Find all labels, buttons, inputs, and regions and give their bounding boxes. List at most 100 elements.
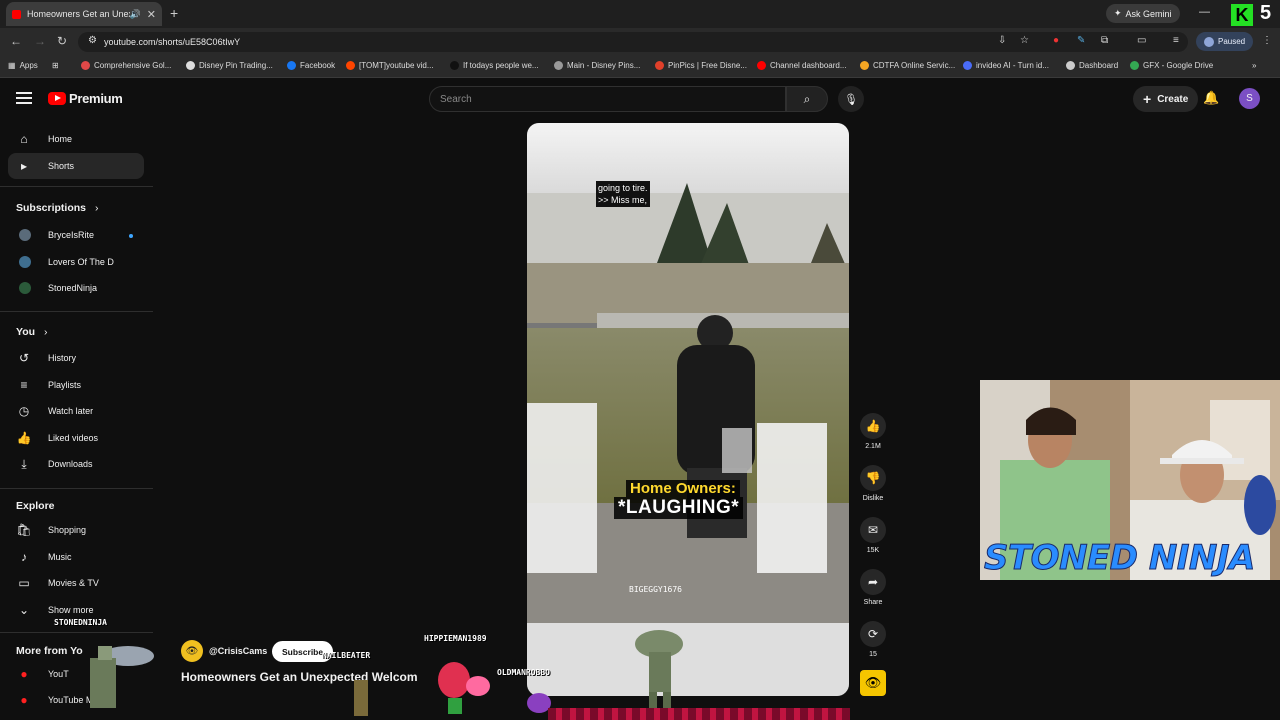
media-controls-icon[interactable]: ≡ — [1173, 35, 1179, 46]
bookmark-item[interactable]: Main - Disney Pins... — [554, 61, 640, 70]
bookmark-item[interactable]: GFX - Google Drive — [1130, 61, 1213, 70]
sidebar-item-shopping[interactable]: 🛍 Shopping — [8, 517, 144, 543]
ask-gemini-button[interactable]: ✦ Ask Gemini — [1106, 4, 1180, 23]
subscription-item[interactable]: BryceIsRite — [8, 222, 144, 248]
browser-menu-icon[interactable]: ⋮ — [1262, 35, 1272, 46]
menu-icon[interactable] — [16, 92, 32, 104]
dislike-button[interactable]: 👎 Dislike — [860, 465, 886, 502]
close-tab-icon[interactable]: ✕ — [147, 8, 156, 21]
short-video-player[interactable] — [527, 123, 849, 696]
sidebar-item-label: YouT — [48, 669, 69, 679]
site-info-icon[interactable]: ⚙ — [88, 35, 97, 46]
install-icon[interactable]: ⇩ — [998, 35, 1006, 46]
remix-icon[interactable]: ⟳ — [860, 621, 886, 647]
notifications-bell-icon[interactable]: 🔔 — [1203, 90, 1219, 106]
bookmark-label: CDTFA Online Servic... — [873, 61, 956, 70]
chat-name-2: HIPPIEMAN1989 — [424, 634, 487, 643]
bookmark-item[interactable]: [TOMT]youtube vid... — [346, 61, 434, 70]
create-label: Create — [1157, 93, 1189, 105]
search-button[interactable]: ⌕ — [786, 86, 828, 112]
bookmark-item[interactable]: Channel dashboard... — [757, 61, 847, 70]
bookmark-item[interactable]: Dashboard — [1066, 61, 1118, 70]
comment-icon[interactable]: ✉ — [860, 517, 886, 543]
chevron-right-icon: › — [43, 326, 48, 338]
new-tab-button[interactable]: + — [170, 5, 178, 21]
sidebar-item-home[interactable]: ⌂ Home — [8, 126, 144, 152]
extension-red-icon[interactable]: ● — [1053, 35, 1059, 46]
channel-avatar[interactable]: 👁 — [181, 640, 203, 662]
bookmark-item[interactable]: invideo AI - Turn id... — [963, 61, 1049, 70]
voice-search-button[interactable]: 🎙 — [838, 86, 864, 112]
video-caption: going to tire. >> Miss me, — [596, 181, 650, 207]
back-arrow-icon[interactable]: ← — [10, 34, 22, 48]
explore-header[interactable]: Explore — [16, 500, 55, 512]
caption-line-2: >> Miss me, — [598, 195, 648, 205]
share-icon[interactable]: ➦ — [860, 569, 886, 595]
browser-tab[interactable]: Homeowners Get an Unexp 🔊 ✕ — [6, 2, 162, 26]
bookmark-favicon-icon — [655, 61, 664, 70]
sidebar-item-movies-tv[interactable]: ▭ Movies & TV — [8, 570, 144, 596]
sidebar-item-label: Liked videos — [48, 432, 99, 443]
more-bookmarks-icon[interactable]: » — [1252, 61, 1256, 70]
subscription-item[interactable]: Lovers Of The D — [8, 249, 144, 275]
thumbs-up-icon[interactable]: 👍 — [860, 413, 886, 439]
bookmark-star-icon[interactable]: ☆ — [1020, 35, 1029, 46]
youtube-logo[interactable]: Premium — [48, 91, 123, 106]
channel-name[interactable]: @CrisisCams — [209, 646, 267, 656]
bookmark-item[interactable]: CDTFA Online Servic... — [860, 61, 955, 70]
subscriptions-header[interactable]: Subscriptions › — [16, 202, 98, 214]
bookmark-item[interactable]: Comprehensive Gol... — [81, 61, 171, 70]
sidebar-item-playlists[interactable]: ≡ Playlists — [8, 372, 144, 398]
sidebar-item-shorts[interactable]: ▸ Shorts — [8, 152, 144, 179]
eye-icon[interactable]: 👁 — [860, 670, 886, 696]
ask-gemini-label: Ask Gemini — [1125, 8, 1172, 19]
bookmark-apps[interactable]: ▦ Apps — [8, 61, 38, 70]
caption-line-1: going to tire. — [598, 183, 648, 193]
profile-paused-button[interactable]: Paused — [1196, 32, 1254, 51]
share-button[interactable]: ➦ Share — [860, 569, 886, 606]
sidebar-item-downloads[interactable]: ⤓ Downloads — [8, 451, 144, 477]
subscription-item[interactable]: StonedNinja — [8, 275, 144, 301]
extensions-puzzle-icon[interactable]: ⧉ — [1101, 35, 1108, 46]
tab-groups-icon[interactable]: ⊞ — [52, 61, 59, 70]
you-header[interactable]: You › — [16, 326, 47, 338]
bookmark-item[interactable]: Disney Pin Trading... — [186, 61, 273, 70]
create-button[interactable]: + Create — [1133, 86, 1199, 112]
bookmark-item[interactable]: If todays people we... — [450, 61, 539, 70]
chevron-down-icon: ⌄ — [18, 602, 30, 617]
sidebar-item-watch-later[interactable]: ◷ Watch later — [8, 398, 144, 424]
minimize-icon[interactable]: — — [1199, 6, 1210, 18]
reload-icon[interactable]: ↻ — [57, 34, 67, 48]
forward-arrow-icon[interactable]: → — [34, 34, 46, 48]
video-title[interactable]: Homeowners Get an Unexpected Welcom — [181, 670, 418, 684]
bookmark-favicon-icon — [963, 61, 972, 70]
comments-button[interactable]: ✉ 15K — [860, 517, 886, 554]
account-avatar[interactable]: S — [1239, 88, 1260, 109]
search-placeholder: Search — [440, 93, 472, 105]
like-button[interactable]: 👍 2.1M — [860, 413, 886, 450]
bookmark-item[interactable]: Facebook — [287, 61, 335, 70]
bookmark-favicon-icon — [287, 61, 296, 70]
profile-avatar — [1204, 36, 1214, 47]
bottom-stream-bar — [548, 708, 850, 720]
chevron-right-icon: › — [94, 202, 99, 214]
bookmark-label: Dashboard — [1079, 61, 1119, 70]
sidebar-item-label: Watch later — [48, 406, 94, 417]
extension-blue-icon[interactable]: ✎ — [1077, 35, 1085, 46]
overlay-number: 5 — [1260, 2, 1272, 24]
more-from-youtube-header[interactable]: More from Yo — [16, 645, 83, 657]
bookmark-label: Disney Pin Trading... — [199, 61, 273, 70]
sidebar-item-music[interactable]: ♪ Music — [8, 544, 144, 570]
sidepanel-icon[interactable]: ▭ — [1137, 35, 1146, 46]
sidebar-item-liked-videos[interactable]: 👍 Liked videos — [8, 425, 144, 451]
speaker-icon[interactable]: 🔊 — [130, 9, 141, 20]
search-input[interactable]: Search — [429, 86, 786, 112]
bookmark-label: Main - Disney Pins... — [567, 61, 641, 70]
remix-button[interactable]: ⟳ 15 — [860, 621, 886, 658]
bookmark-label: Channel dashboard... — [770, 61, 847, 70]
sidebar-item-history[interactable]: ↺ History — [8, 345, 144, 371]
bookmark-item[interactable]: PinPics | Free Disne... — [655, 61, 747, 70]
thumbs-down-icon[interactable]: 👎 — [860, 465, 886, 491]
overlay-text-2: *LAUGHING* — [614, 497, 744, 519]
sidebar-item-label: Downloads — [48, 459, 93, 470]
